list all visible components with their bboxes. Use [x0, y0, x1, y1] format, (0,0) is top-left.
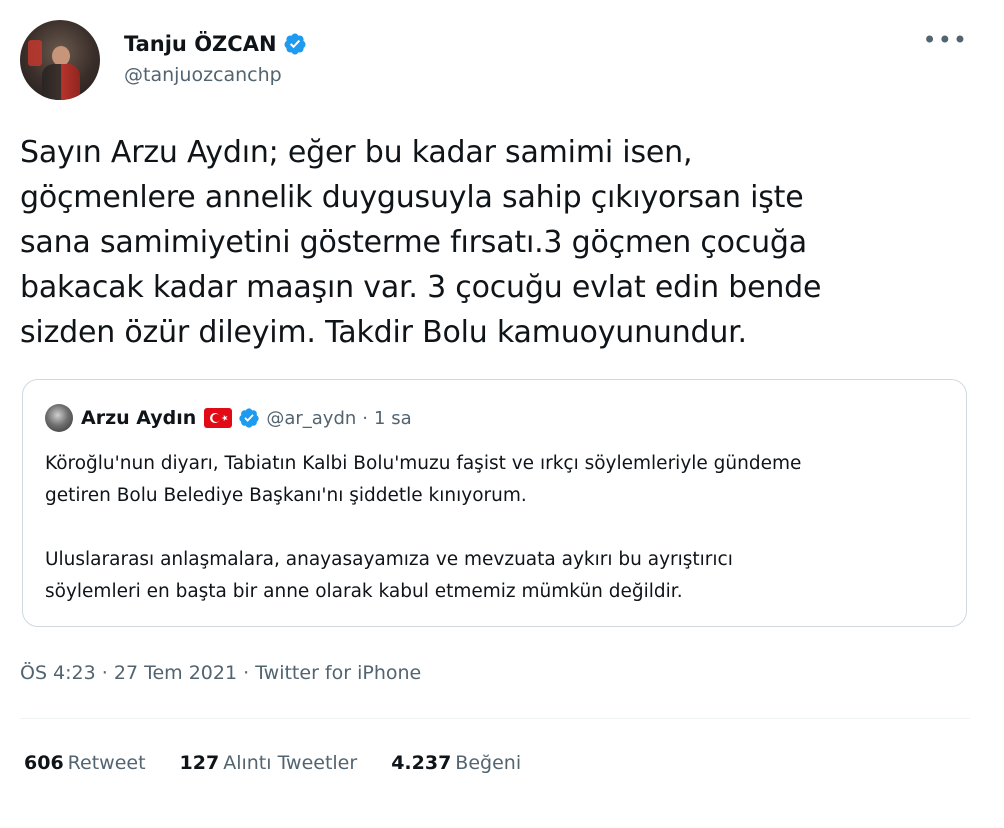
tweet-text-line: sizden özür dileyim. Takdir Bolu kamuoyu… — [20, 315, 747, 350]
tweet-text: Sayın Arzu Aydın; eğer bu kadar samimi i… — [20, 130, 970, 355]
turkey-flag-icon — [204, 408, 233, 428]
retweets-count: 606 — [24, 752, 64, 774]
likes-label: Beğeni — [455, 752, 522, 774]
quoted-text-line: getiren Bolu Belediye Başkanı'nı şiddetl… — [45, 485, 527, 506]
retweets-stat[interactable]: 606 Retweet — [24, 752, 146, 774]
author-handle[interactable]: @tanjuozcanchp — [124, 64, 282, 86]
quoted-tweet-text: Köroğlu'nun diyarı, Tabiatın Kalbi Bolu'… — [45, 448, 965, 608]
quote-tweets-label: Alıntı Tweetler — [223, 752, 358, 774]
separator-dot: · — [101, 662, 108, 684]
quoted-text-line: Uluslararası anlaşmalara, anayasayamıza … — [45, 549, 733, 570]
separator-dot: · — [362, 407, 369, 429]
author-name-row: Tanju ÖZCAN — [124, 30, 307, 58]
author-display-name[interactable]: Tanju ÖZCAN — [124, 32, 277, 56]
likes-stat[interactable]: 4.237 Beğeni — [391, 752, 521, 774]
tweet-text-line: göçmenlere annelik duygusuyla sahip çıkı… — [20, 180, 804, 215]
tweet-text-line: sana samimiyetini gösterme fırsatı.3 göç… — [20, 225, 807, 260]
likes-count: 4.237 — [391, 752, 452, 774]
retweets-label: Retweet — [67, 752, 146, 774]
tweet-stats: 606 Retweet 127 Alıntı Tweetler 4.237 Beğen… — [24, 752, 555, 774]
verified-badge-icon — [239, 408, 259, 428]
quoted-author-name: Arzu Aydın — [81, 407, 197, 429]
more-options-icon[interactable]: ••• — [923, 28, 968, 52]
tweet-source-link[interactable]: Twitter for iPhone — [255, 662, 421, 684]
separator-dot: · — [243, 662, 250, 684]
tweet-card: Tanju ÖZCAN @tanjuozcanchp ••• Sayın Arz… — [0, 0, 1004, 828]
quoted-author-handle: @ar_aydn — [266, 407, 357, 429]
author-avatar[interactable] — [20, 20, 100, 100]
verified-badge-icon — [284, 33, 306, 55]
tweet-date-link[interactable]: 27 Tem 2021 — [114, 662, 237, 684]
quote-tweets-count: 127 — [179, 752, 220, 774]
divider — [20, 718, 970, 719]
quote-tweets-stat[interactable]: 127 Alıntı Tweetler — [180, 752, 358, 774]
quoted-tweet-header: Arzu Aydın @ar_aydn · 1 sa — [45, 402, 412, 434]
quoted-time-ago: 1 sa — [374, 407, 412, 429]
quoted-author-avatar — [45, 404, 73, 432]
tweet-text-line: bakacak kadar maaşın var. 3 çocuğu evlat… — [20, 270, 822, 305]
tweet-time-link[interactable]: ÖS 4:23 — [20, 662, 96, 684]
quoted-text-line: Köroğlu'nun diyarı, Tabiatın Kalbi Bolu'… — [45, 453, 802, 474]
tweet-timestamp: ÖS 4:23 · 27 Tem 2021 · Twitter for iPho… — [20, 662, 421, 684]
tweet-text-line: Sayın Arzu Aydın; eğer bu kadar samimi i… — [20, 135, 693, 170]
quoted-text-line: söylemleri en başta bir anne olarak kabu… — [45, 581, 683, 602]
quoted-tweet-card[interactable]: Arzu Aydın @ar_aydn · 1 sa Köroğlu'nun d… — [22, 379, 967, 627]
